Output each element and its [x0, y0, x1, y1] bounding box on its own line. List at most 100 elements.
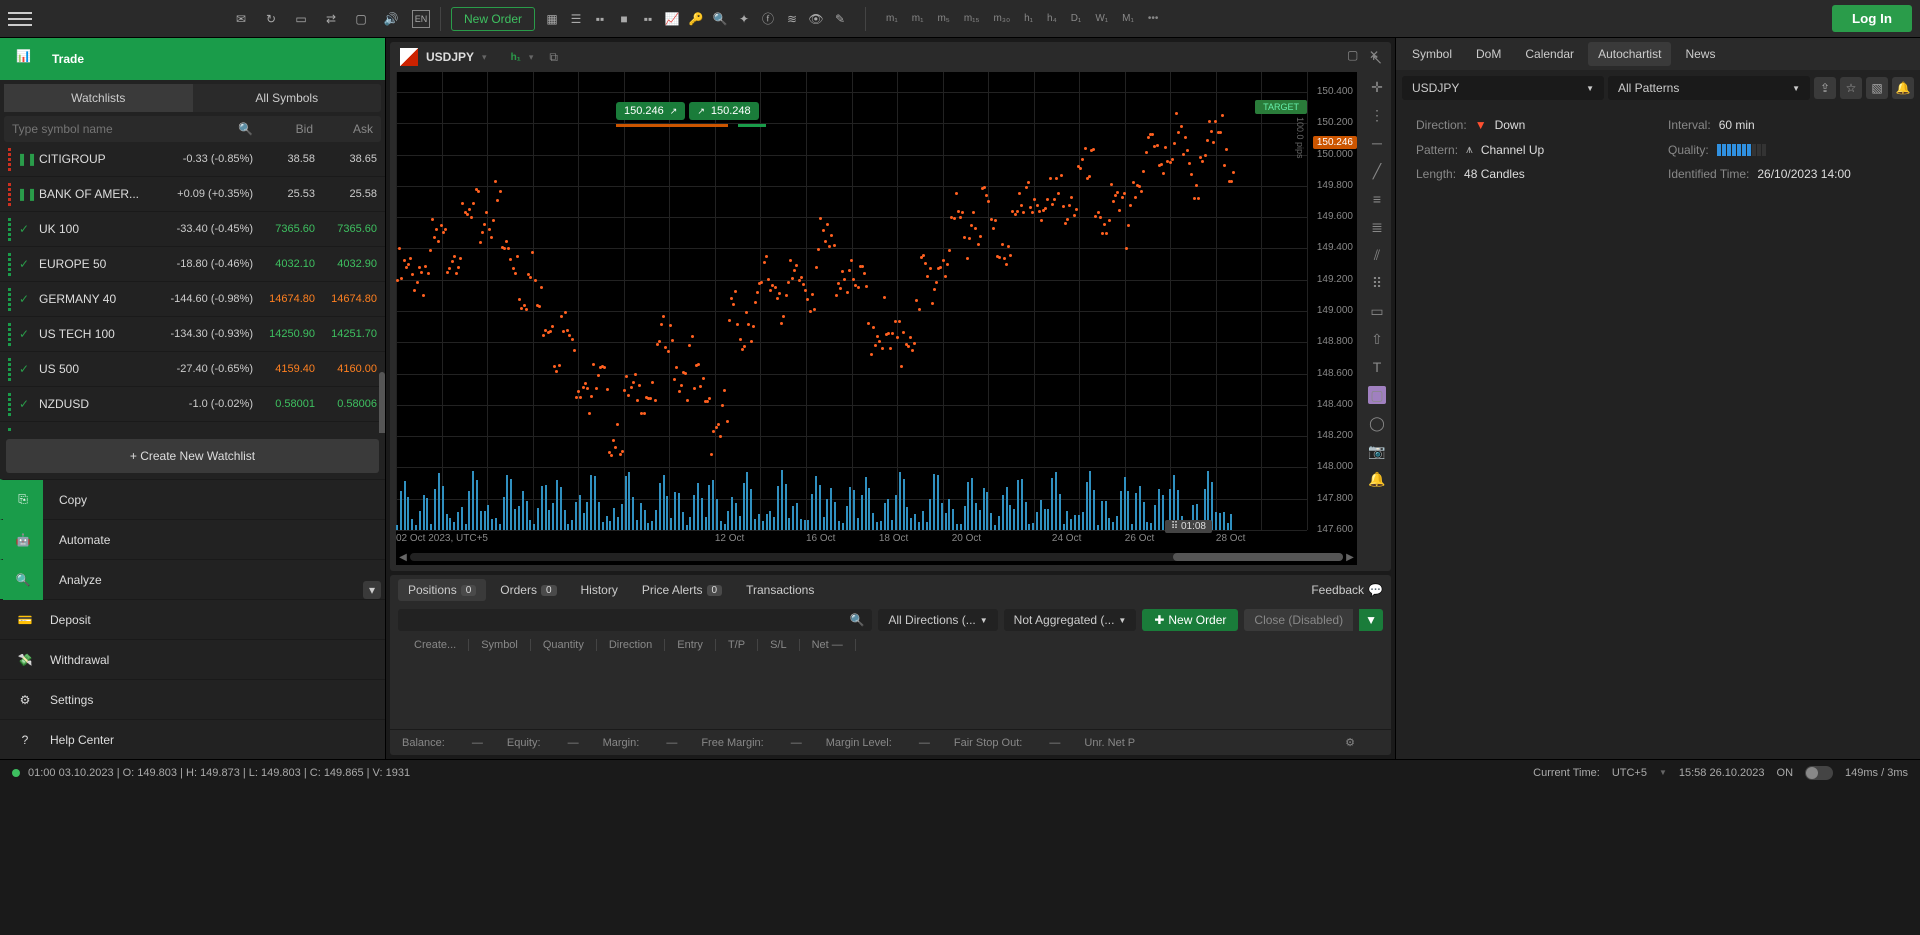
chart-canvas[interactable]: 150.246↗ ↗150.248 TARGET 100.0 pips 150.…	[396, 72, 1357, 565]
watchlist-row[interactable]: ✓GERMANY 40-144.60 (-0.98%)14674.8014674…	[0, 282, 385, 317]
tf-m1b[interactable]: m₁	[908, 11, 928, 26]
sidebar-item-gear[interactable]: ⚙Settings	[0, 679, 385, 719]
right-tab-news[interactable]: News	[1675, 42, 1725, 66]
login-button[interactable]: Log In	[1832, 5, 1912, 32]
bottom-tab-transactions[interactable]: Transactions	[736, 579, 824, 601]
tabs-icon[interactable]: ▭	[292, 10, 310, 28]
collapse-button[interactable]: ▾	[363, 581, 381, 599]
orders-search[interactable]: 🔍	[398, 609, 872, 631]
tf-m15[interactable]: m₁₅	[960, 11, 984, 26]
symbol-search-input[interactable]	[12, 122, 238, 136]
close-icon[interactable]: ✕	[1369, 48, 1383, 62]
sidebar-item-robot[interactable]: 🤖Automate	[0, 519, 385, 559]
trend-icon[interactable]: ╱	[1368, 162, 1386, 180]
pitchfork-icon[interactable]: ⫽	[1368, 246, 1386, 264]
timezone[interactable]: UTC+5	[1612, 767, 1647, 779]
feedback-link[interactable]: Feedback 💬	[1311, 583, 1383, 597]
scroll-right-icon[interactable]: ▶	[1343, 552, 1357, 563]
close-disabled-button[interactable]: Close (Disabled)	[1244, 609, 1353, 631]
watchlist-row[interactable]: ✓UK 100-33.40 (-0.45%)7365.607365.60	[0, 212, 385, 247]
chart-horizontal-scrollbar[interactable]: ◀ ▶	[396, 551, 1357, 563]
layout-icon[interactable]: ▦	[543, 10, 561, 28]
bottom-new-order-button[interactable]: ✚ New Order	[1142, 609, 1238, 631]
chart-icon[interactable]: 📈	[663, 10, 681, 28]
edit-icon[interactable]: ✎	[831, 10, 849, 28]
sound-icon[interactable]: 🔊	[382, 10, 400, 28]
arrow-icon[interactable]: ⇧	[1368, 330, 1386, 348]
eye-icon[interactable]: 👁	[807, 10, 825, 28]
chart-tf-dropdown-icon[interactable]: ▾	[529, 52, 534, 63]
text-icon[interactable]: T	[1368, 358, 1386, 376]
sidebar-item-analyze[interactable]: 🔍Analyze	[0, 559, 385, 599]
watchlist-row[interactable]: ✓NZDUSD-1.0 (-0.02%)0.580010.58006	[0, 387, 385, 422]
language-icon[interactable]: EN	[412, 10, 430, 28]
bell-icon[interactable]: 🔔	[1368, 470, 1386, 488]
multi-icon[interactable]: ▪▪	[639, 10, 657, 28]
tf-m1[interactable]: m₁	[882, 11, 902, 26]
refresh-icon[interactable]: ↻	[262, 10, 280, 28]
bottom-tab-price-alerts[interactable]: Price Alerts0	[632, 579, 732, 601]
aggregation-filter[interactable]: Not Aggregated (... ▼	[1004, 609, 1137, 631]
right-tab-autochartist[interactable]: Autochartist	[1588, 42, 1671, 66]
fib-icon[interactable]: ≣	[1368, 218, 1386, 236]
close-dropdown-button[interactable]: ▼	[1359, 609, 1383, 631]
star-icon[interactable]: ☆	[1840, 77, 1862, 99]
rect-icon[interactable]: ▭	[1368, 302, 1386, 320]
swap-icon[interactable]: ⇄	[322, 10, 340, 28]
scroll-left-icon[interactable]: ◀	[396, 552, 410, 563]
sidebar-item-deposit[interactable]: 💳Deposit	[0, 599, 385, 639]
bottom-tab-positions[interactable]: Positions0	[398, 579, 486, 601]
maximize-icon[interactable]: ▢	[1347, 48, 1361, 62]
sound-toggle[interactable]	[1805, 766, 1833, 780]
tf-more[interactable]: •••	[1144, 11, 1163, 26]
watchlist-row[interactable]: ✓US TECH 100-134.30 (-0.93%)14250.901425…	[0, 317, 385, 352]
grid-icon[interactable]: ▪▪	[591, 10, 609, 28]
new-order-button[interactable]: New Order	[451, 7, 535, 31]
dots-icon[interactable]: ⋮	[1368, 106, 1386, 124]
autochartist-symbol-select[interactable]: USDJPY▼	[1402, 76, 1604, 100]
bottom-tab-orders[interactable]: Orders0	[490, 579, 566, 601]
scroll-thumb[interactable]	[1173, 553, 1343, 561]
sidebar-item-withdraw[interactable]: 💸Withdrawal	[0, 639, 385, 679]
ask-tag[interactable]: ↗150.248	[689, 102, 758, 120]
tf-m5[interactable]: m₅	[933, 11, 953, 26]
crosshair-icon[interactable]: ✛	[1368, 78, 1386, 96]
watchlist-row[interactable]: ✓EUROPE 50-18.80 (-0.46%)4032.104032.90	[0, 247, 385, 282]
chart-link-icon[interactable]: ⧉	[549, 50, 558, 65]
alert-icon[interactable]: 🔔	[1892, 77, 1914, 99]
tf-h1[interactable]: h₁	[1020, 11, 1037, 26]
chart-tf-indicator[interactable]: h₁	[511, 52, 521, 63]
list-icon[interactable]: ☰	[567, 10, 585, 28]
grid-icon[interactable]: ⠿	[1368, 274, 1386, 292]
sparkle-icon[interactable]: ✦	[735, 10, 753, 28]
camera-icon[interactable]: 📷	[1368, 442, 1386, 460]
tab-watchlists[interactable]: Watchlists	[4, 84, 193, 112]
menu-button[interactable]	[8, 7, 32, 31]
key-icon[interactable]: 🔑	[687, 10, 705, 28]
circle-icon[interactable]: ◯	[1368, 414, 1386, 432]
watchlist-row[interactable]: ❚❚CITIGROUP-0.33 (-0.85%)38.5838.65	[0, 142, 385, 177]
layers-icon[interactable]: ≋	[783, 10, 801, 28]
tf-M1[interactable]: M₁	[1118, 11, 1138, 26]
account-settings-icon[interactable]: ⚙	[1345, 736, 1355, 749]
watchlist-row[interactable]: ❚❚BANK OF AMER...+0.09 (+0.35%)25.5325.5…	[0, 177, 385, 212]
bid-tag[interactable]: 150.246↗	[616, 102, 685, 120]
full-icon[interactable]: ■	[615, 10, 633, 28]
tz-dropdown-icon[interactable]: ▼	[1659, 768, 1667, 777]
hline-icon[interactable]: ─	[1368, 134, 1386, 152]
chart-symbol[interactable]: USDJPY	[426, 50, 474, 64]
tf-w1[interactable]: W₁	[1091, 11, 1112, 26]
create-watchlist-button[interactable]: + Create New Watchlist	[6, 439, 379, 473]
video-icon[interactable]: ▢	[352, 10, 370, 28]
share-icon[interactable]: ⇪	[1814, 77, 1836, 99]
tf-m30[interactable]: m₃₀	[990, 11, 1015, 26]
scrollbar-thumb[interactable]	[379, 372, 385, 433]
search-icon[interactable]: 🔍	[238, 122, 253, 136]
chart-symbol-dropdown-icon[interactable]: ▾	[482, 52, 487, 63]
watchlist-row[interactable]: ✓AUDJPY-7.7 (-0.08%)94.89294.897	[0, 422, 385, 433]
sidebar-item-copy[interactable]: ⎘Copy	[0, 479, 385, 519]
export-icon[interactable]: ▧	[1866, 77, 1888, 99]
fb-icon[interactable]: ⓕ	[759, 10, 777, 28]
direction-filter[interactable]: All Directions (... ▼	[878, 609, 997, 631]
bottom-tab-history[interactable]: History	[571, 579, 628, 601]
